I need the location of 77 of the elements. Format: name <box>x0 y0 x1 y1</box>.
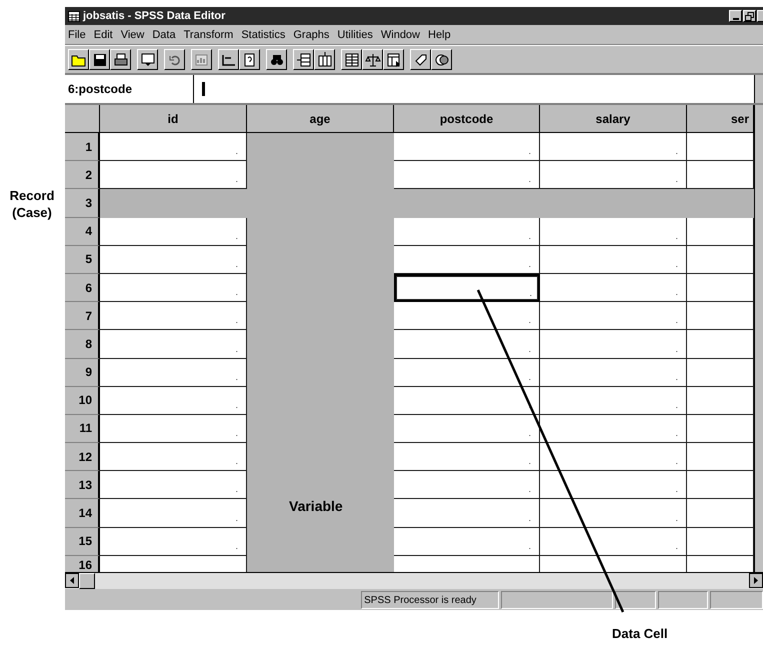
menu-item[interactable]: View <box>120 28 144 40</box>
table-cell[interactable]: . <box>394 302 540 330</box>
row-header[interactable]: 12 <box>65 443 100 472</box>
row-header[interactable]: 11 <box>65 414 100 444</box>
table-cell[interactable]: . <box>394 443 540 472</box>
menu-item[interactable]: Edit <box>94 28 113 40</box>
table-cell[interactable]: . <box>540 274 687 302</box>
column-header[interactable]: id <box>100 105 247 133</box>
table-cell[interactable]: . <box>100 528 247 556</box>
table-cell[interactable]: . <box>540 471 687 500</box>
record-annotation: Record (Case) <box>8 187 56 221</box>
menu-item[interactable]: Data <box>152 28 176 40</box>
table-cell[interactable]: . <box>100 330 247 358</box>
table-cell[interactable]: . <box>100 302 247 330</box>
row-header[interactable]: 4 <box>65 218 100 246</box>
table-cell[interactable]: . <box>394 358 540 387</box>
table-cell[interactable]: . <box>540 246 687 274</box>
row-header[interactable]: 7 <box>65 302 100 330</box>
table-cell[interactable]: . <box>394 471 540 500</box>
row-header[interactable]: 3 <box>65 189 100 218</box>
row-header[interactable]: 8 <box>65 330 100 358</box>
table-cell[interactable]: . <box>540 386 687 415</box>
row-header[interactable]: 9 <box>65 358 100 387</box>
menu-item[interactable]: Transform <box>184 28 234 40</box>
cell-reference: 6:postcode <box>65 75 194 103</box>
column-header[interactable]: salary <box>540 105 687 133</box>
table-cell[interactable]: . <box>540 218 687 246</box>
table-cell[interactable]: . <box>394 499 540 528</box>
table-cell[interactable]: . <box>100 218 247 246</box>
table-cell[interactable]: . <box>100 471 247 500</box>
table-cell[interactable]: . <box>540 528 687 556</box>
table-cell[interactable]: . <box>540 161 687 190</box>
menu-item[interactable]: Graphs <box>293 28 330 40</box>
row-header[interactable]: 15 <box>65 528 100 556</box>
column-header[interactable]: age <box>247 105 394 133</box>
table-cell[interactable]: . <box>540 133 687 162</box>
table-cell[interactable]: . <box>394 133 540 162</box>
row-header[interactable]: 1 <box>65 133 100 162</box>
menu-item[interactable]: Help <box>428 28 451 40</box>
table-cell[interactable]: . <box>100 386 247 415</box>
table-cell[interactable]: . <box>540 414 687 444</box>
table-cell[interactable]: . <box>540 443 687 472</box>
menu-item[interactable]: Utilities <box>337 28 373 40</box>
table-cell[interactable]: . <box>100 414 247 444</box>
table-cell[interactable]: . <box>100 499 247 528</box>
window-title: jobsatis - SPSS Data Editor <box>83 10 226 22</box>
row-header[interactable]: 13 <box>65 471 100 500</box>
column-header[interactable]: postcode <box>394 105 540 133</box>
menu-item[interactable]: Statistics <box>241 28 286 40</box>
table-cell[interactable]: . <box>540 358 687 387</box>
row-header[interactable]: 10 <box>65 386 100 415</box>
menu-item[interactable]: File <box>68 28 86 40</box>
table-cell[interactable]: . <box>540 330 687 358</box>
variable-annotation: Variable <box>289 498 343 514</box>
table-cell[interactable]: . <box>394 218 540 246</box>
table-cell[interactable]: . <box>100 161 247 190</box>
table-cell[interactable]: . <box>540 302 687 330</box>
row-header[interactable]: 5 <box>65 246 100 274</box>
row-header[interactable]: 14 <box>65 499 100 528</box>
table-cell[interactable]: . <box>394 414 540 444</box>
row-header[interactable]: 6 <box>65 274 100 302</box>
table-cell[interactable]: . <box>100 133 247 162</box>
table-cell[interactable]: . <box>394 246 540 274</box>
table-cell[interactable]: . <box>394 161 540 190</box>
table-cell[interactable]: . <box>100 246 247 274</box>
table-cell[interactable]: . <box>100 443 247 472</box>
table-cell[interactable]: . <box>100 358 247 387</box>
table-cell[interactable]: . <box>100 274 247 302</box>
table-cell[interactable]: . <box>394 330 540 358</box>
data-cell-annotation: Data Cell <box>612 626 668 641</box>
menu-item[interactable]: Window <box>380 28 420 40</box>
column-header[interactable]: ser <box>687 105 754 133</box>
table-cell[interactable]: . <box>394 274 540 302</box>
status-message: SPSS Processor is ready <box>361 591 500 609</box>
row-header[interactable]: 2 <box>65 161 100 190</box>
table-cell[interactable]: . <box>540 499 687 528</box>
table-cell[interactable]: . <box>394 528 540 556</box>
